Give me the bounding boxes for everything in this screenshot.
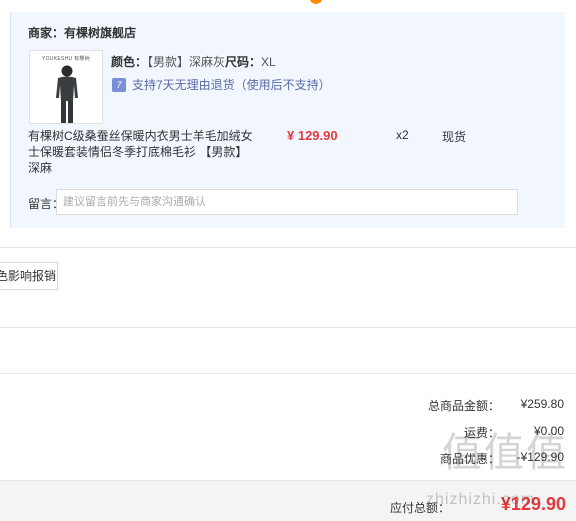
remark-input[interactable] (56, 189, 518, 215)
spec-color-value: 【男款】深麻灰 (147, 55, 226, 69)
merchant-name[interactable]: 有棵树旗舰店 (64, 26, 136, 40)
divider (0, 327, 576, 328)
merchant-line: 商家：有棵树旗舰店 (28, 24, 136, 41)
report-button[interactable]: 色影响报销 (0, 262, 58, 290)
spec-size-label: 尺码： (225, 55, 262, 69)
spec-color-label: 颜色： (111, 55, 148, 69)
spec-line: 颜色：【男款】深麻灰尺码：XL (111, 53, 276, 70)
merchant-label: 商家： (28, 26, 65, 40)
spec-size-value: XL (261, 55, 276, 69)
order-item-card: 商家：有棵树旗舰店 YOUKESHU 有棵树 颜色：【男款】深麻灰尺码：XL 7… (10, 12, 565, 228)
top-indicator-dot (310, 0, 322, 4)
product-thumbnail[interactable]: YOUKESHU 有棵树 (29, 50, 103, 124)
return-policy-icon: 7 (112, 77, 126, 92)
site-watermark-url: zhizhizhi.com (426, 491, 536, 508)
quantity: x2 (396, 128, 409, 142)
product-title[interactable]: 有棵树C级桑蚕丝保暖内衣男士羊毛加绒女士保暖套装情侣冬季打底棉毛衫 【男款】深麻 (28, 128, 258, 176)
return-policy-text: 支持7天无理由退货（使用后不支持） (132, 78, 331, 92)
goods-total-label: 总商品金额： (427, 399, 500, 413)
goods-total-row: 总商品金额： ¥259.80 (388, 397, 564, 414)
unit-price: ¥ 129.90 (287, 128, 338, 143)
stock-status: 现货 (442, 130, 467, 144)
thumbnail-brand-text: YOUKESHU 有棵树 (41, 56, 91, 62)
divider (0, 247, 576, 248)
site-watermark: 值值值 (442, 430, 568, 476)
return-policy[interactable]: 7 支持7天无理由退货（使用后不支持） (112, 76, 331, 93)
divider (0, 373, 576, 374)
goods-total-value: ¥259.80 (520, 397, 564, 411)
